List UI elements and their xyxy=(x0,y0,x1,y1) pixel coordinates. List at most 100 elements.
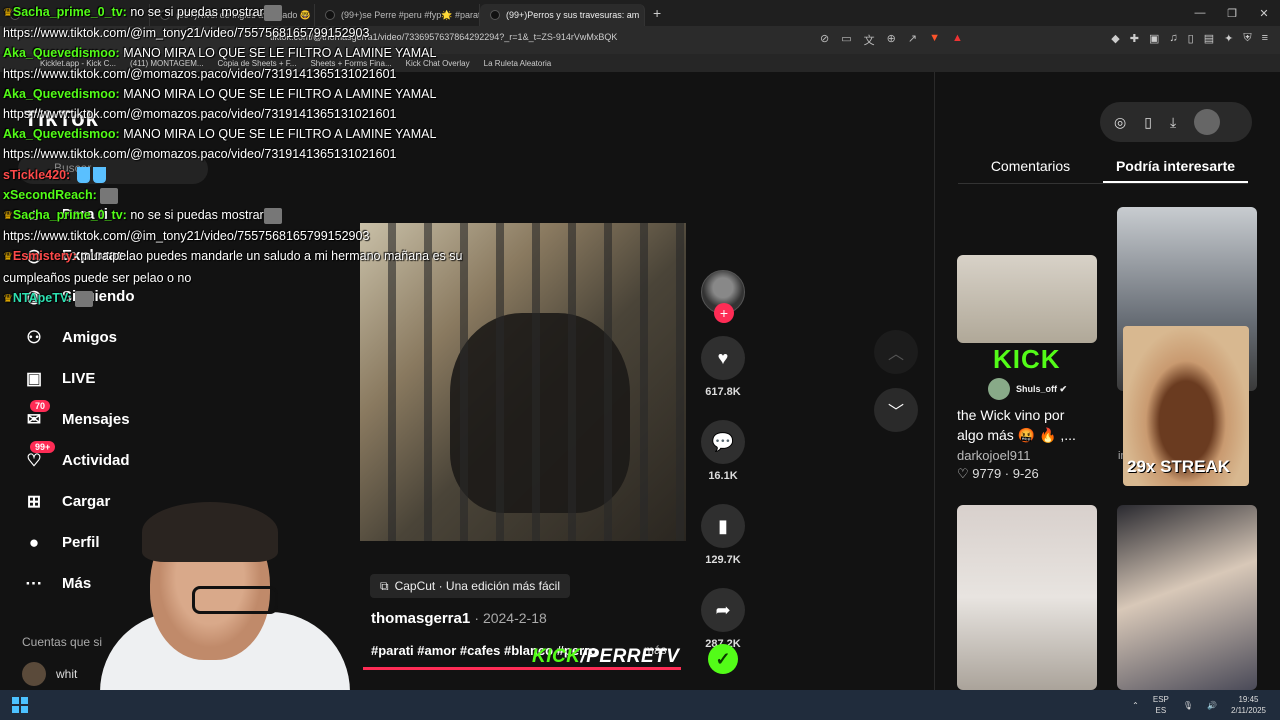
recommended-video-thumbnail[interactable] xyxy=(1117,505,1257,690)
chat-message: Aka_Quevedismoo: MANO MIRA LO QUE SE LE … xyxy=(3,43,523,63)
video-navigation: ︿ ﹀ xyxy=(874,330,918,446)
volume-icon[interactable]: 🔊 xyxy=(1207,701,1217,710)
creator-avatar[interactable]: + xyxy=(701,270,745,323)
sidebar-item-actividad[interactable]: ♡ 99+ Actividad xyxy=(22,440,202,481)
chat-username: Aka_Quevedismoo xyxy=(3,127,116,142)
close-window-button[interactable]: ✕ xyxy=(1248,7,1280,20)
tab-comentarios[interactable]: Comentarios xyxy=(958,152,1103,183)
more-icon: ··· xyxy=(25,573,43,593)
chat-text: https://www.tiktok.com/@im_tony21/video/… xyxy=(3,229,370,244)
sidebar-item-mensajes[interactable]: ✉ 70 Mensajes xyxy=(22,399,202,440)
chat-text xyxy=(70,168,73,182)
windows-start-icon[interactable] xyxy=(12,697,28,713)
save-count: 129.7K xyxy=(705,554,741,566)
chat-message: ♛Sacha_prime_0_tv: no se si puedas mostr… xyxy=(3,2,523,23)
chat-text: no se si puedas mostrar xyxy=(126,208,264,223)
sidebar-icon[interactable]: ▯ xyxy=(1188,32,1194,45)
zoom-icon[interactable]: ⊕ xyxy=(887,32,896,48)
heart-icon[interactable]: ♥ xyxy=(701,336,745,380)
activity-icon: ♡ 99+ xyxy=(22,440,56,473)
stream-chat-overlay: ♛Sacha_prime_0_tv: no se si puedas mostr… xyxy=(3,2,523,309)
chat-text: https://www.tiktok.com/@im_tony21/video/… xyxy=(3,26,370,41)
screenshot-icon[interactable]: ▣ xyxy=(1149,32,1159,45)
chat-text: https://www.tiktok.com/@momazos.paco/vid… xyxy=(3,107,397,122)
streamer-glasses xyxy=(192,586,278,614)
leo-icon[interactable]: ✦ xyxy=(1224,32,1233,45)
chevron-up-icon[interactable]: ︿ xyxy=(874,330,918,374)
extension-icon[interactable]: ◆ xyxy=(1111,32,1119,45)
follow-plus-icon[interactable]: + xyxy=(714,303,734,323)
video-date: · 2024-2-18 xyxy=(474,610,547,626)
share-icon[interactable]: ↗ xyxy=(908,32,917,48)
clock[interactable]: 19:45 2/11/2025 xyxy=(1231,694,1266,716)
compass-icon[interactable]: ◎ xyxy=(1114,114,1126,131)
save-action[interactable]: ▮ 129.7K xyxy=(701,504,745,566)
vpn-icon[interactable]: ⛨ xyxy=(1243,32,1251,45)
chat-message: ♛Sacha_prime_0_tv: no se si puedas mostr… xyxy=(3,205,523,226)
video-author[interactable]: thomasgerra1 · 2024-2-18 xyxy=(371,610,547,627)
chevron-up-icon[interactable]: ⌃ xyxy=(1132,701,1139,710)
download-icon[interactable]: ⤓ xyxy=(1170,114,1176,131)
chat-message: Aka_Quevedismoo: MANO MIRA LO QUE SE LE … xyxy=(3,124,523,144)
sidebar-item-live[interactable]: ▣ LIVE xyxy=(22,358,202,399)
sidebar-item-label: Amigos xyxy=(62,329,118,346)
minimize-button[interactable]: — xyxy=(1184,7,1216,19)
cast-icon[interactable]: ▭ xyxy=(841,32,851,48)
comment-icon[interactable]: 💬 xyxy=(701,420,745,464)
brave-shield-icon[interactable]: ▼ xyxy=(929,32,940,48)
comment-count: 16.1K xyxy=(708,470,738,482)
profile-avatar[interactable] xyxy=(1194,109,1221,135)
wallet-icon[interactable]: ▤ xyxy=(1204,32,1214,45)
language-indicator[interactable]: ESP ES xyxy=(1153,694,1169,716)
puzzle-icon[interactable]: ✚ xyxy=(1130,32,1139,45)
upload-icon: ⊞ xyxy=(26,491,42,511)
microphone-icon[interactable]: 🎙 xyxy=(1183,701,1193,710)
card-title[interactable]: the Wick vino por algo más 🤬 🔥 ,... xyxy=(957,405,1092,445)
like-action[interactable]: ♥ 617.8K xyxy=(701,336,745,398)
kick-logo: KICK xyxy=(993,344,1061,374)
bookmark-icon[interactable]: ▮ xyxy=(701,504,745,548)
screen: (99+)Nivel de inglés avanzado 🤓 | ... (9… xyxy=(0,0,1280,720)
profile-icon: ● xyxy=(28,532,40,552)
rewards-icon[interactable]: ▲ xyxy=(952,32,963,48)
chat-message: ♛NTApeTV: xyxy=(3,288,523,309)
sidebar-item-amigos[interactable]: ⚇ Amigos xyxy=(22,317,202,358)
verified-check-icon: ✓ xyxy=(708,644,738,674)
toolbar-icons: ◆ ✚ ▣ ♫ ▯ ▤ ✦ ⛨ ≡ xyxy=(1111,32,1268,45)
share-arrow-icon[interactable]: ➦ xyxy=(701,588,745,632)
new-tab-button[interactable]: + xyxy=(653,5,661,21)
capcut-tag[interactable]: ⧉ CapCut · Una edición más fácil xyxy=(370,574,570,598)
chat-message: https://www.tiktok.com/@im_tony21/video/… xyxy=(3,23,523,43)
chat-message: https://www.tiktok.com/@im_tony21/video/… xyxy=(3,226,523,246)
window-controls: — ❐ ✕ xyxy=(1184,0,1280,26)
device-icon[interactable]: ▯ xyxy=(1144,114,1152,131)
chat-message: https://www.tiktok.com/@momazos.paco/vid… xyxy=(3,144,523,164)
chat-message: xSecondReach: xyxy=(3,185,523,205)
card-author[interactable]: darkojoel911 xyxy=(957,448,1030,463)
recommended-video-thumbnail[interactable] xyxy=(957,255,1097,343)
windows-taskbar: ⌃ ESP ES 🎙 🔊 19:45 2/11/2025 xyxy=(0,690,1280,720)
tab-podria-interesarte[interactable]: Podría interesarte xyxy=(1103,152,1248,183)
chat-emote-icon xyxy=(263,207,282,224)
chat-emote-icon xyxy=(263,4,282,21)
followed-account[interactable]: whit xyxy=(22,662,77,686)
no-tracking-icon[interactable]: ⊘ xyxy=(820,32,829,48)
card-stats: ♡ 9779 · 9-26 xyxy=(957,466,1039,481)
streamer-hair xyxy=(142,502,278,562)
recommended-video-thumbnail[interactable] xyxy=(957,505,1097,690)
chat-text: no se si puedas mostrar xyxy=(126,5,264,19)
chat-username: xSecondReach xyxy=(3,187,93,202)
music-icon[interactable]: ♫ xyxy=(1169,32,1177,45)
kick-watermark: KICK/PERRETV xyxy=(532,646,680,667)
chevron-down-icon[interactable]: ﹀ xyxy=(874,388,918,432)
chat-text: mura pelao puedes mandarle un saludo a m… xyxy=(76,249,463,264)
comment-action[interactable]: 💬 16.1K xyxy=(701,420,745,482)
maximize-button[interactable]: ❐ xyxy=(1216,7,1248,20)
crown-badge-icon: ♛ xyxy=(3,210,13,223)
chat-username: Sacha_prime_0_tv xyxy=(12,208,123,223)
capcut-icon: ⧉ xyxy=(380,578,389,593)
translate-icon[interactable]: 文 xyxy=(864,32,875,48)
chat-message: https://www.tiktok.com/@momazos.paco/vid… xyxy=(3,104,523,124)
share-action[interactable]: ➦ 287.2K xyxy=(701,588,745,650)
menu-icon[interactable]: ≡ xyxy=(1262,32,1268,45)
